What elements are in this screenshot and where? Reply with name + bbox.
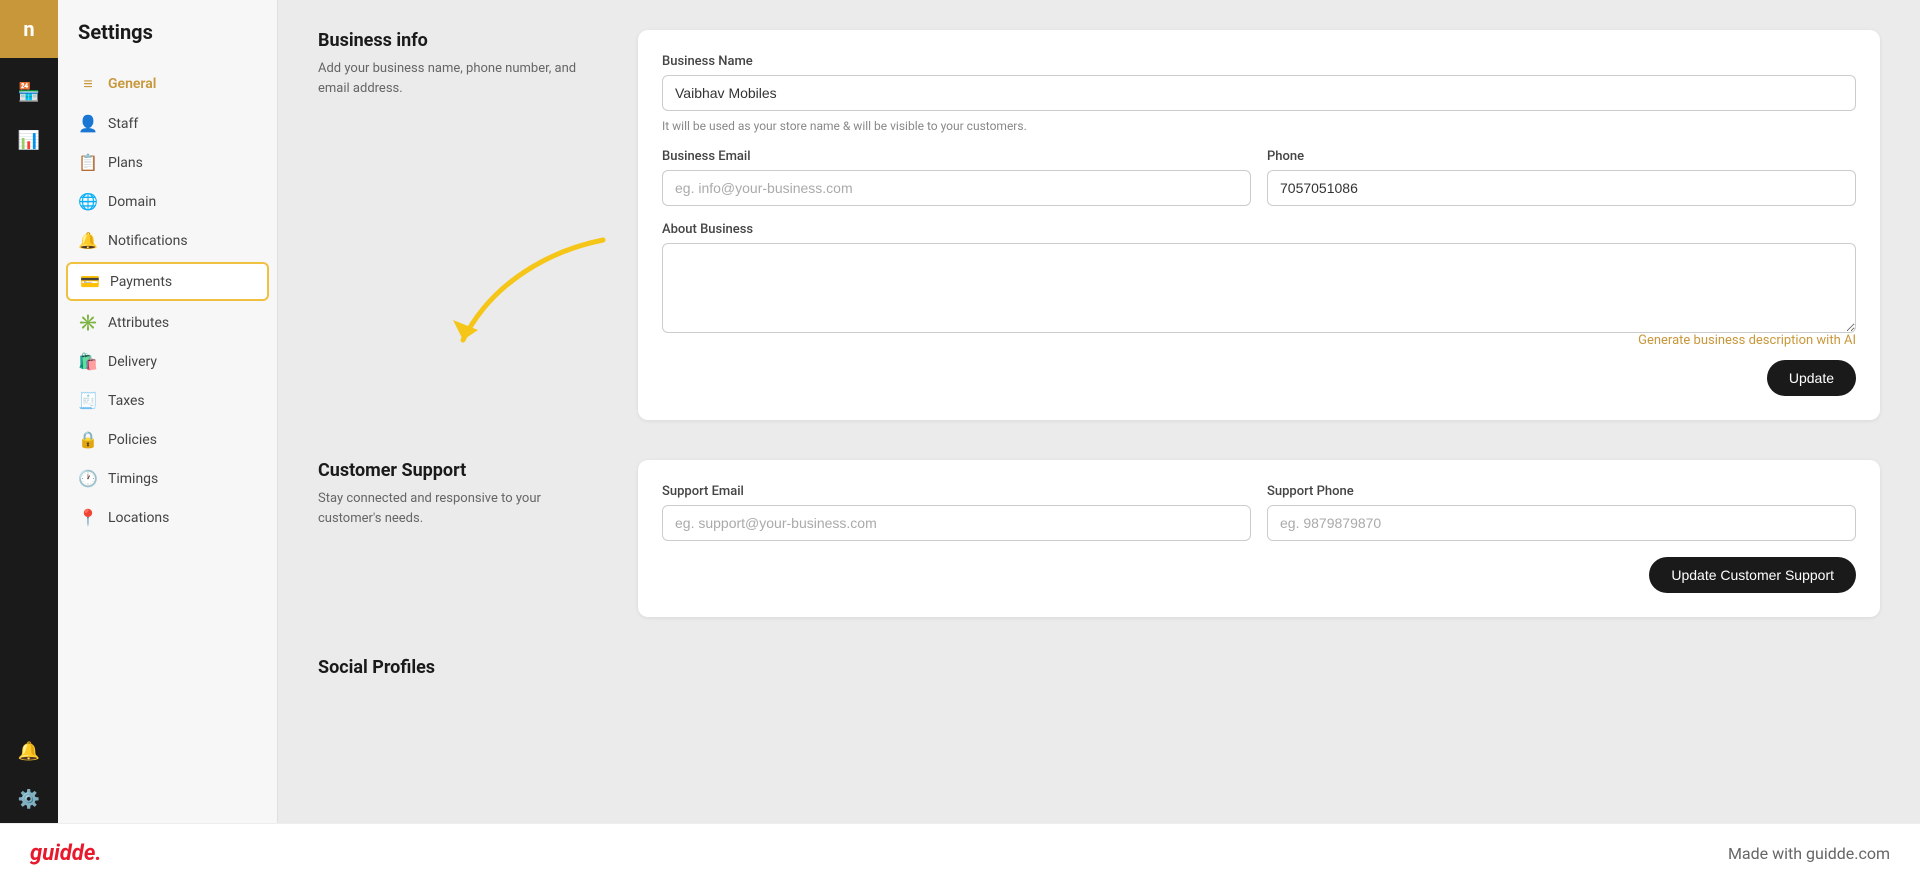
ai-generate-link[interactable]: Generate business description with AI xyxy=(662,333,1856,348)
main-content: Business info Add your business name, ph… xyxy=(278,0,1920,823)
timings-icon: 🕐 xyxy=(78,469,98,488)
about-business-group: About Business xyxy=(662,222,1856,333)
business-name-hint: It will be used as your store name & wil… xyxy=(662,119,1856,133)
footer: guidde. Made with guidde.com xyxy=(0,823,1920,883)
guidde-logo: guidde. xyxy=(30,841,102,866)
sidebar-item-domain[interactable]: 🌐 Domain xyxy=(58,182,277,221)
payments-icon: 💳 xyxy=(80,272,100,291)
attributes-icon: ✳️ xyxy=(78,313,98,332)
business-email-group: Business Email xyxy=(662,149,1251,206)
phone-group: Phone xyxy=(1267,149,1856,206)
sidebar-item-plans-label: Plans xyxy=(108,155,143,171)
social-profiles-description: Social Profiles xyxy=(318,657,598,686)
about-business-label: About Business xyxy=(662,222,1856,237)
taxes-icon: 🧾 xyxy=(78,391,98,410)
settings-nav-icon[interactable]: ⚙️ xyxy=(0,775,58,823)
delivery-icon: 🛍️ xyxy=(78,352,98,371)
business-info-section: Business info Add your business name, ph… xyxy=(318,30,1880,420)
sidebar-item-general-label: General xyxy=(108,76,156,92)
business-name-input[interactable] xyxy=(662,75,1856,111)
sidebar-item-policies[interactable]: 🔒 Policies xyxy=(58,420,277,459)
support-email-label: Support Email xyxy=(662,484,1251,499)
about-business-textarea[interactable] xyxy=(662,243,1856,333)
sidebar-item-attributes[interactable]: ✳️ Attributes xyxy=(58,303,277,342)
domain-icon: 🌐 xyxy=(78,192,98,211)
support-email-input[interactable] xyxy=(662,505,1251,541)
phone-input[interactable] xyxy=(1267,170,1856,206)
locations-icon: 📍 xyxy=(78,508,98,527)
plans-icon: 📋 xyxy=(78,153,98,172)
store-nav-icon[interactable]: 🏪 xyxy=(0,68,58,116)
customer-support-section: Customer Support Stay connected and resp… xyxy=(318,460,1880,617)
notifications-icon: 🔔 xyxy=(78,231,98,250)
sidebar-item-staff[interactable]: 👤 Staff xyxy=(58,104,277,143)
sidebar-item-payments[interactable]: 💳 Payments xyxy=(66,262,269,301)
sidebar-item-payments-label: Payments xyxy=(110,274,172,290)
sidebar-item-general[interactable]: ≡ General xyxy=(58,64,277,104)
staff-icon: 👤 xyxy=(78,114,98,133)
sidebar-item-timings[interactable]: 🕐 Timings xyxy=(58,459,277,498)
support-phone-input[interactable] xyxy=(1267,505,1856,541)
sidebar-item-policies-label: Policies xyxy=(108,432,157,448)
bell-nav-icon[interactable]: 🔔 xyxy=(0,727,58,775)
sidebar-item-locations-label: Locations xyxy=(108,510,169,526)
policies-icon: 🔒 xyxy=(78,430,98,449)
sidebar-item-taxes[interactable]: 🧾 Taxes xyxy=(58,381,277,420)
business-email-label: Business Email xyxy=(662,149,1251,164)
sidebar-item-plans[interactable]: 📋 Plans xyxy=(58,143,277,182)
business-info-card: Business Name It will be used as your st… xyxy=(638,30,1880,420)
customer-support-desc: Stay connected and responsive to your cu… xyxy=(318,489,598,528)
customer-support-title: Customer Support xyxy=(318,460,598,481)
analytics-nav-icon[interactable]: 📊 xyxy=(0,116,58,164)
sidebar-item-notifications[interactable]: 🔔 Notifications xyxy=(58,221,277,260)
social-profiles-section: Social Profiles xyxy=(318,657,1880,686)
business-email-input[interactable] xyxy=(662,170,1251,206)
icon-sidebar: n 🏪 📊 🔔 ⚙️ xyxy=(0,0,58,823)
sidebar-item-domain-label: Domain xyxy=(108,194,156,210)
general-icon: ≡ xyxy=(78,74,98,94)
business-name-label: Business Name xyxy=(662,54,1856,69)
social-profiles-title: Social Profiles xyxy=(318,657,598,678)
sidebar-item-attributes-label: Attributes xyxy=(108,315,169,331)
business-info-title: Business info xyxy=(318,30,598,51)
phone-label: Phone xyxy=(1267,149,1856,164)
support-phone-label: Support Phone xyxy=(1267,484,1856,499)
support-phone-group: Support Phone xyxy=(1267,484,1856,541)
sidebar-item-timings-label: Timings xyxy=(108,471,158,487)
update-customer-support-button[interactable]: Update Customer Support xyxy=(1649,557,1856,593)
nav-sidebar: Settings ≡ General 👤 Staff 📋 Plans 🌐 Dom… xyxy=(58,0,278,823)
support-email-group: Support Email xyxy=(662,484,1251,541)
sidebar-item-taxes-label: Taxes xyxy=(108,393,145,409)
sidebar-item-delivery-label: Delivery xyxy=(108,354,157,370)
customer-support-card: Support Email Support Phone Update Custo… xyxy=(638,460,1880,617)
sidebar-item-staff-label: Staff xyxy=(108,116,138,132)
customer-support-description: Customer Support Stay connected and resp… xyxy=(318,460,598,617)
footer-tagline: Made with guidde.com xyxy=(1728,844,1890,863)
update-business-button[interactable]: Update xyxy=(1767,360,1856,396)
sidebar-item-delivery[interactable]: 🛍️ Delivery xyxy=(58,342,277,381)
settings-title: Settings xyxy=(58,20,277,64)
business-info-description: Business info Add your business name, ph… xyxy=(318,30,598,420)
sidebar-item-notifications-label: Notifications xyxy=(108,233,188,249)
sidebar-item-locations[interactable]: 📍 Locations xyxy=(58,498,277,537)
app-logo[interactable]: n xyxy=(0,0,58,58)
business-info-desc: Add your business name, phone number, an… xyxy=(318,59,598,98)
